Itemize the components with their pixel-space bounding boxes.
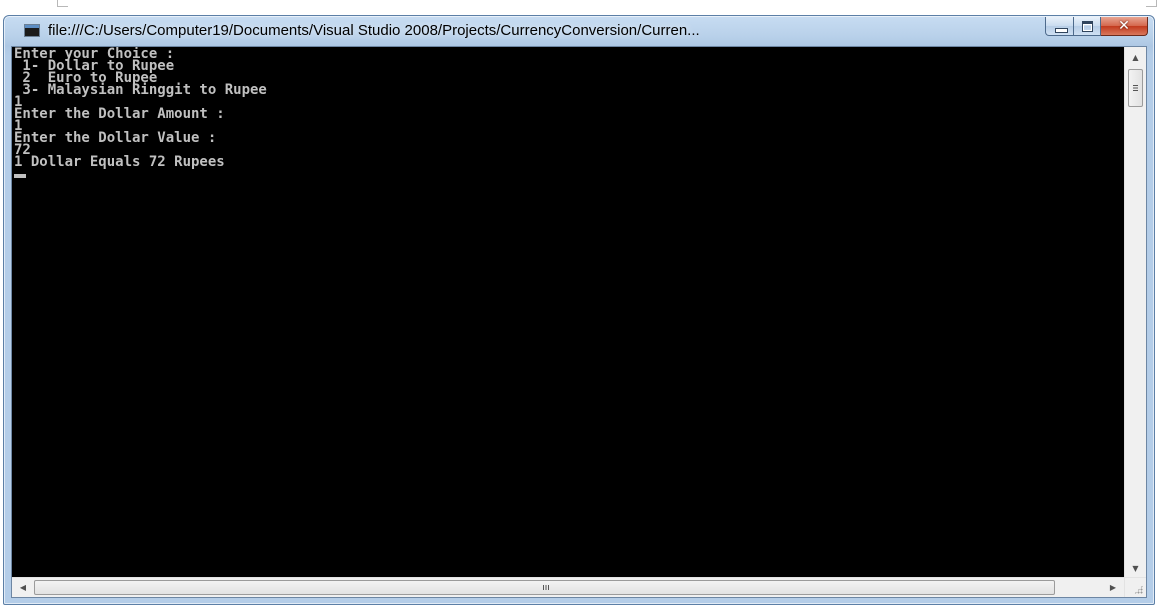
grip-icon xyxy=(1133,85,1138,91)
scroll-right-button[interactable]: ▶ xyxy=(1104,579,1122,596)
console-line: Enter the Dollar Value : xyxy=(14,130,217,146)
minimize-button[interactable] xyxy=(1045,17,1074,36)
resize-grip[interactable] xyxy=(1124,577,1146,597)
arrow-up-icon: ▲ xyxy=(1132,53,1139,62)
maximize-button[interactable] xyxy=(1074,17,1101,36)
scroll-left-button[interactable]: ◀ xyxy=(14,579,32,596)
scroll-up-button[interactable]: ▲ xyxy=(1125,49,1146,66)
console-window: file:///C:/Users/Computer19/Documents/Vi… xyxy=(3,15,1155,605)
console-client-area: Enter your Choice : 1- Dollar to Rupee 2… xyxy=(11,46,1147,598)
horizontal-scroll-thumb[interactable] xyxy=(34,580,1055,595)
text-cursor xyxy=(14,174,26,178)
minimize-icon xyxy=(1055,28,1068,33)
vertical-scroll-thumb[interactable] xyxy=(1128,69,1143,107)
console-line: 1 Dollar Equals 72 Rupees xyxy=(14,154,225,170)
console-text: Enter your Choice : 1- Dollar to Rupee 2… xyxy=(12,47,1124,180)
page-corner-mark-left xyxy=(57,0,68,7)
maximize-icon xyxy=(1082,21,1093,32)
close-icon: ✕ xyxy=(1118,18,1130,34)
window-title: file:///C:/Users/Computer19/Documents/Vi… xyxy=(48,22,700,39)
page-corner-mark-right xyxy=(1146,0,1157,7)
console-line: Enter the Dollar Amount : xyxy=(14,106,225,122)
vertical-scrollbar[interactable]: ▲ ▼ xyxy=(1124,47,1146,579)
horizontal-scrollbar[interactable]: ◀ ▶ xyxy=(12,577,1124,597)
caption-buttons: ✕ xyxy=(1045,17,1148,37)
arrow-right-icon: ▶ xyxy=(1109,583,1117,592)
title-bar[interactable]: file:///C:/Users/Computer19/Documents/Vi… xyxy=(4,16,1154,46)
close-button[interactable]: ✕ xyxy=(1101,17,1148,36)
console-window-icon[interactable] xyxy=(24,24,40,37)
arrow-left-icon: ◀ xyxy=(19,583,27,592)
console-output[interactable]: Enter your Choice : 1- Dollar to Rupee 2… xyxy=(12,47,1124,579)
console-line: 3- Malaysian Ringgit to Rupee xyxy=(14,82,267,98)
arrow-down-icon: ▼ xyxy=(1132,564,1139,573)
scroll-down-button[interactable]: ▼ xyxy=(1125,560,1146,577)
grip-icon xyxy=(543,585,550,590)
